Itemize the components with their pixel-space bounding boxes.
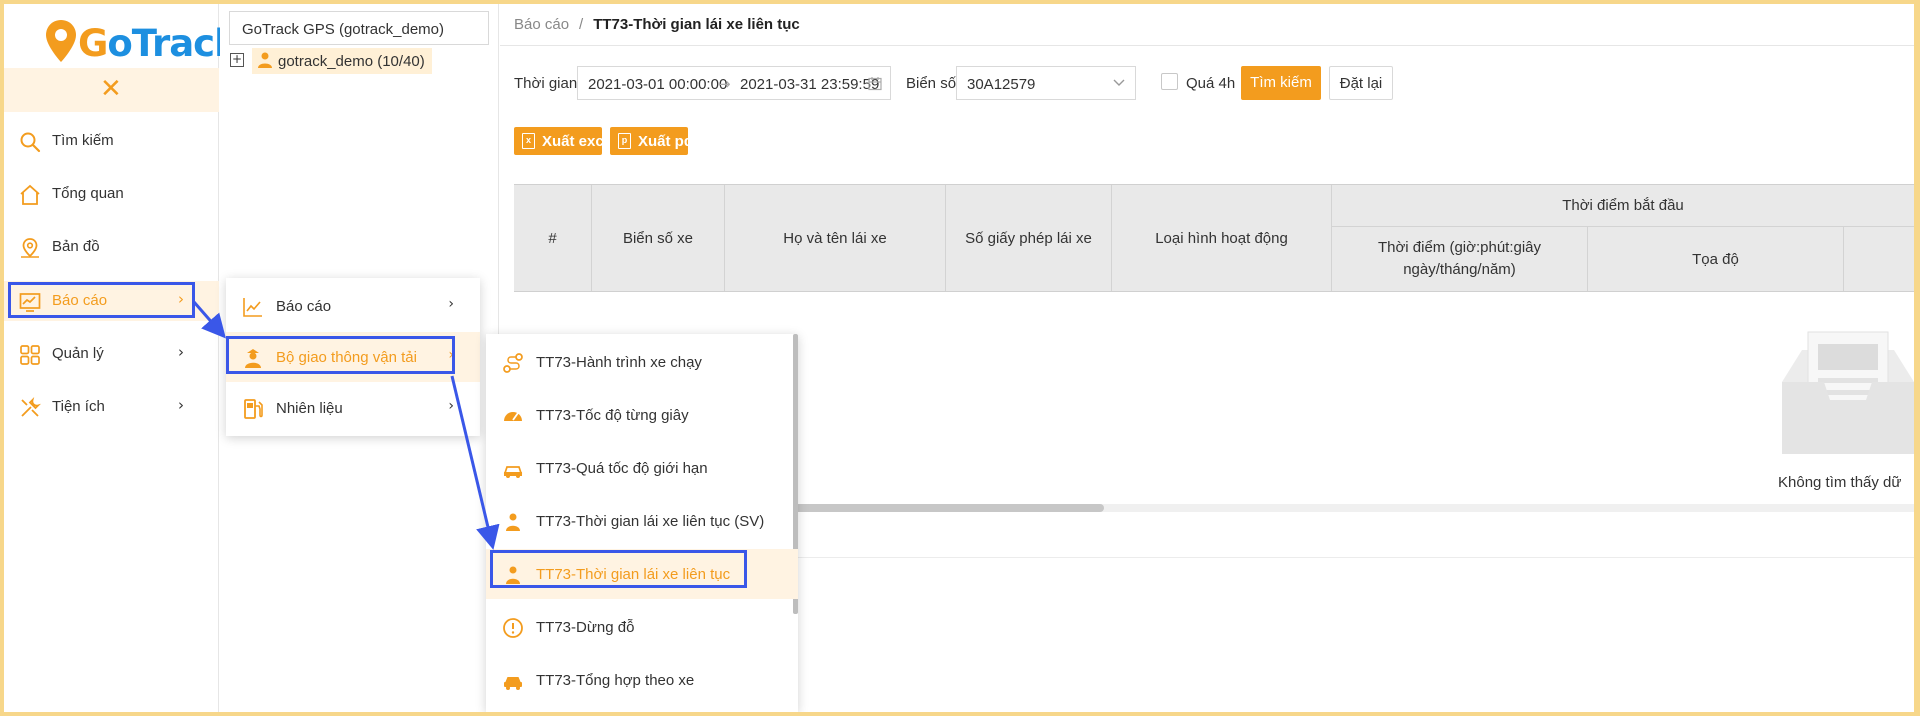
app-window: GoTrack ✕ Tìm kiếm Tổng quan Bản đồ Báo … — [4, 4, 1914, 712]
arrow-annotation — [450, 375, 500, 550]
annotation-arrows — [192, 301, 500, 550]
arrow-annotation — [192, 301, 226, 339]
